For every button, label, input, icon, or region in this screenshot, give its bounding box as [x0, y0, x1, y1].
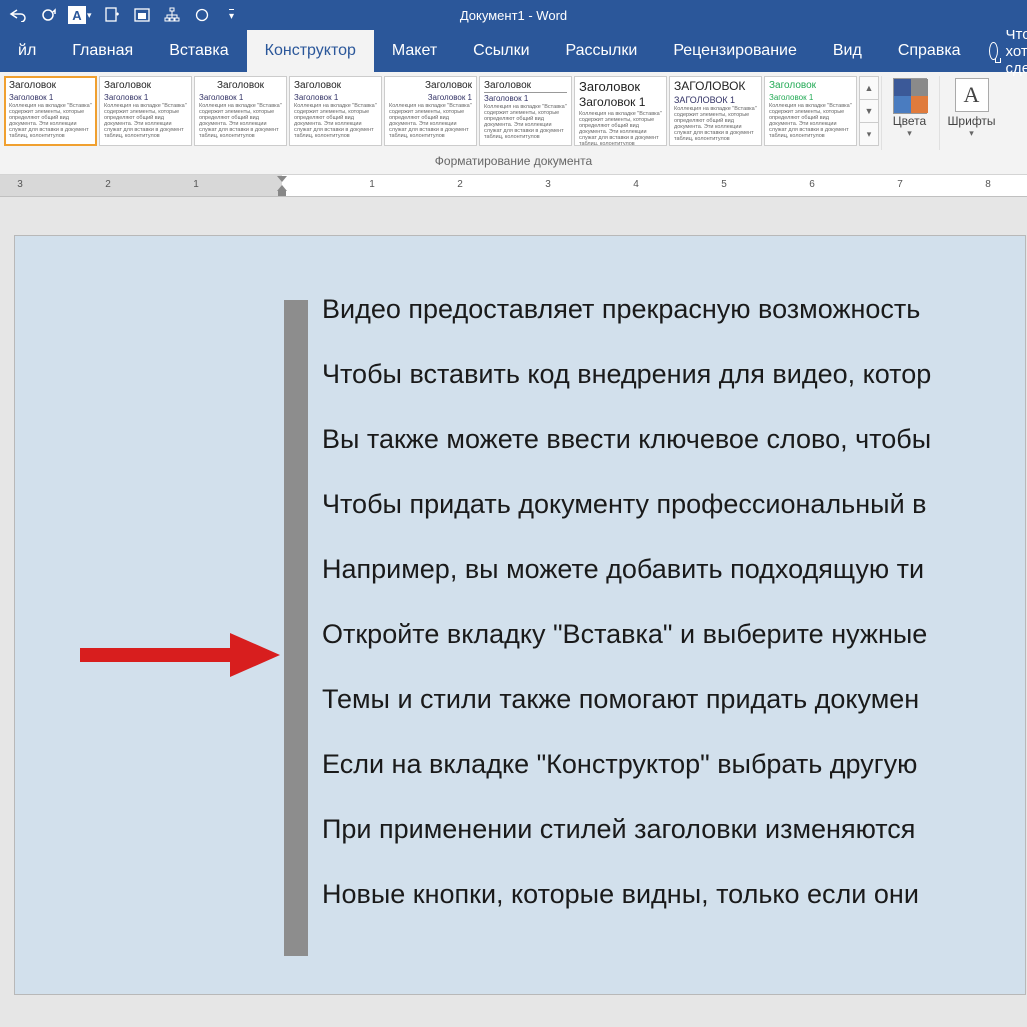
list-item: -Чтобы придать документу профессиональны…: [284, 491, 1025, 518]
shape-button[interactable]: [192, 6, 212, 24]
tell-me-label: Что вы хотите сде: [1006, 26, 1027, 77]
tab-design[interactable]: Конструктор: [247, 30, 374, 72]
gallery-down[interactable]: ▼: [860, 100, 878, 123]
ribbon-group-label: Форматирование документа: [0, 150, 1027, 174]
quick-access-toolbar: A▾ ▾: [0, 6, 242, 24]
org-chart-button[interactable]: [162, 6, 182, 24]
gallery-more[interactable]: ▾: [860, 123, 878, 145]
tab-mailings[interactable]: Рассылки: [548, 30, 656, 72]
theme-item[interactable]: ЗАГОЛОВОК ЗАГОЛОВОК 1 Коллекция на вклад…: [669, 76, 762, 146]
redo-button[interactable]: [38, 6, 58, 24]
tab-view[interactable]: Вид: [815, 30, 880, 72]
gallery-scroll: ▲ ▼ ▾: [859, 76, 879, 146]
theme-item[interactable]: Заголовок Заголовок 1 Коллекция на вклад…: [4, 76, 97, 146]
document-content[interactable]: -Видео предоставляет прекрасную возможно…: [284, 296, 1025, 908]
list-item: -Видео предоставляет прекрасную возможно…: [284, 296, 1025, 323]
list-item: #Откройте вкладку "Вставка" и выберите н…: [284, 621, 1025, 648]
list-item: *Если на вкладке "Конструктор" выбрать д…: [284, 751, 1025, 778]
tab-file[interactable]: йл: [0, 30, 54, 72]
bulb-icon: [989, 42, 998, 60]
qat-customize[interactable]: ▾: [222, 6, 242, 24]
undo-button[interactable]: [8, 6, 28, 24]
tab-references[interactable]: Ссылки: [455, 30, 547, 72]
tell-me-search[interactable]: Что вы хотите сде: [979, 30, 1027, 72]
tab-help[interactable]: Справка: [880, 30, 979, 72]
gallery-up[interactable]: ▲: [860, 77, 878, 100]
theme-item[interactable]: Заголовок Заголовок 1 Коллекция на вклад…: [764, 76, 857, 146]
window-button[interactable]: [132, 6, 152, 24]
document-page[interactable]: -Видео предоставляет прекрасную возможно…: [14, 235, 1026, 995]
font-button[interactable]: A▾: [68, 6, 92, 24]
list-item: #Вы также можете ввести ключевое слово, …: [284, 426, 1025, 453]
list-item: #При применении стилей заголовки изменяю…: [284, 816, 1025, 843]
list-item: -Темы и стили также помогают придать док…: [284, 686, 1025, 713]
horizontal-ruler[interactable]: 3 2 1 1 2 3 4 5 6 7 8: [0, 175, 1027, 197]
theme-item[interactable]: Заголовок Заголовок 1 Коллекция на вклад…: [289, 76, 382, 146]
selection-bar: [284, 300, 308, 956]
colors-icon: [893, 78, 927, 114]
tab-insert[interactable]: Вставка: [151, 30, 246, 72]
tab-home[interactable]: Главная: [54, 30, 151, 72]
fonts-icon: A: [955, 78, 989, 112]
tab-review[interactable]: Рецензирование: [655, 30, 815, 72]
list-item: *Например, вы можете добавить подходящую…: [284, 556, 1025, 583]
colors-button[interactable]: Цвета ▾: [881, 76, 937, 150]
theme-gallery: Заголовок Заголовок 1 Коллекция на вклад…: [4, 76, 857, 146]
list-item: -Новые кнопки, которые видны, только есл…: [284, 881, 1025, 908]
tab-layout[interactable]: Макет: [374, 30, 455, 72]
ribbon-tabs: йл Главная Вставка Конструктор Макет Ссы…: [0, 30, 1027, 72]
list-item: *Чтобы вставить код внедрения для видео,…: [284, 361, 1025, 388]
theme-item[interactable]: Заголовок Заголовок 1 Коллекция на вклад…: [99, 76, 192, 146]
theme-item[interactable]: Заголовок Заголовок 1 Коллекция на вклад…: [194, 76, 287, 146]
new-doc-button[interactable]: [102, 6, 122, 24]
theme-item[interactable]: Заголовок Заголовок 1 Коллекция на вклад…: [479, 76, 572, 146]
fonts-button[interactable]: A Шрифты ▾: [939, 76, 1003, 150]
title-bar: A▾ ▾ Документ1 - Word: [0, 0, 1027, 30]
theme-item[interactable]: Заголовок Заголовок 1 Коллекция на вклад…: [384, 76, 477, 146]
ribbon: Заголовок Заголовок 1 Коллекция на вклад…: [0, 72, 1027, 175]
document-area: -Видео предоставляет прекрасную возможно…: [0, 197, 1027, 995]
theme-item[interactable]: Заголовок Заголовок 1 Коллекция на вклад…: [574, 76, 667, 146]
